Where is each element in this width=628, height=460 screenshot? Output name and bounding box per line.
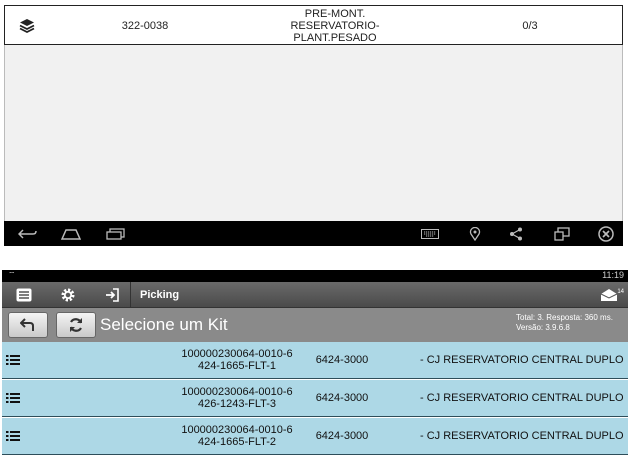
layers-icon	[15, 6, 39, 46]
status-bar: ⌔ 11:19	[2, 270, 628, 282]
toolbar-title: Picking	[140, 289, 180, 301]
app-toolbar: Picking 14	[2, 282, 628, 308]
list-empty-area	[4, 45, 623, 221]
recent-apps-icon[interactable]	[104, 224, 128, 243]
gear-icon[interactable]	[54, 285, 82, 305]
table-row[interactable]: 100000230064-0010-6 424-1665-FLT-1 6424-…	[2, 342, 628, 379]
kit-description: - CJ RESERVATORIO CENTRAL DUPLO	[420, 392, 624, 404]
page-title: Selecione um Kit	[100, 315, 228, 334]
screenshot-icon[interactable]	[550, 224, 574, 243]
kit-number: 6424-3000	[315, 430, 369, 442]
kit-number: 6424-3000	[315, 354, 369, 366]
version-label: Versão: 3.9.6.8	[516, 323, 570, 332]
kit-code: 100000230064-0010-6 424-1665-FLT-2	[181, 424, 293, 448]
list-icon	[6, 342, 26, 378]
kit-number: 6424-3000	[315, 392, 369, 404]
kit-description: - CJ RESERVATORIO CENTRAL DUPLO	[420, 430, 624, 442]
toolbar-divider	[130, 282, 131, 308]
table-row[interactable]: 100000230064-0010-6 424-1665-FLT-2 6424-…	[2, 418, 628, 455]
home-icon[interactable]	[59, 224, 83, 243]
keyboard-icon[interactable]	[418, 224, 442, 243]
undo-icon	[20, 318, 34, 331]
kit-code: 100000230064-0010-6 424-1665-FLT-1	[181, 348, 293, 372]
login-icon[interactable]	[98, 285, 126, 305]
list-item[interactable]: 322-0038 PRE-MONT. RESERVATORIO-PLANT.PE…	[4, 5, 623, 45]
refresh-button[interactable]	[56, 312, 96, 338]
top-screenshot: 322-0038 PRE-MONT. RESERVATORIO-PLANT.PE…	[0, 0, 628, 247]
refresh-icon	[69, 318, 83, 332]
item-code: 322-0038	[121, 20, 169, 32]
menu-icon[interactable]	[10, 285, 38, 305]
response-summary: Total: 3. Resposta: 360 ms.	[516, 313, 613, 322]
kit-code: 100000230064-0010-6 426-1243-FLT-3	[181, 386, 293, 410]
share-icon[interactable]	[504, 224, 528, 243]
table-row[interactable]: 100000230064-0010-6 426-1243-FLT-3 6424-…	[2, 380, 628, 417]
mail-icon[interactable]: 14	[594, 285, 624, 305]
list-icon	[6, 418, 26, 454]
kit-description: - CJ RESERVATORIO CENTRAL DUPLO	[420, 354, 624, 366]
mail-badge: 14	[617, 289, 624, 295]
close-circle-icon[interactable]	[594, 224, 618, 243]
android-navigation-bar	[4, 221, 623, 246]
signal-icon: ⌔	[8, 270, 16, 279]
list-icon	[6, 380, 26, 416]
kit-header-bar: Selecione um Kit Total: 3. Resposta: 360…	[2, 308, 628, 342]
undo-button[interactable]	[8, 312, 48, 338]
bottom-screenshot: ⌔ 11:19 Picking 14 Selecione um Kit Tota…	[0, 265, 628, 460]
item-description: PRE-MONT. RESERVATORIO-PLANT.PESADO	[290, 8, 380, 44]
item-progress: 0/3	[522, 20, 538, 32]
location-icon[interactable]	[463, 224, 487, 243]
back-icon[interactable]	[16, 224, 40, 243]
status-time: 11:19	[602, 270, 624, 280]
